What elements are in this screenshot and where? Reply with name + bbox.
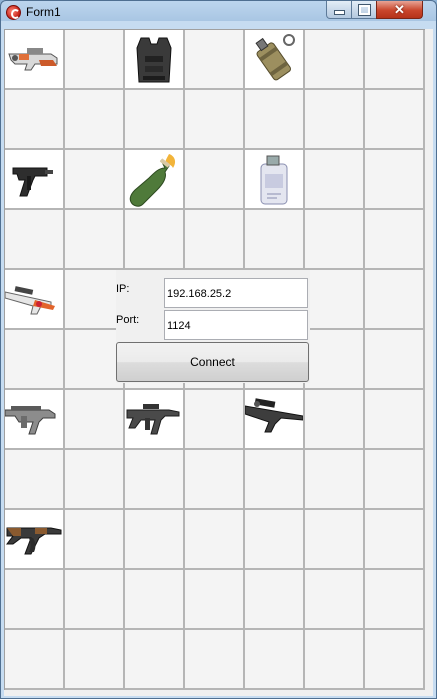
grid-cell[interactable] bbox=[185, 450, 245, 510]
grid-cell[interactable] bbox=[305, 570, 365, 630]
grid-cell[interactable] bbox=[365, 270, 425, 330]
grid-cell[interactable] bbox=[65, 150, 125, 210]
grid-cell[interactable] bbox=[125, 210, 185, 270]
port-label: Port: bbox=[116, 314, 140, 326]
grid-cell[interactable] bbox=[245, 570, 305, 630]
grid-cell[interactable] bbox=[65, 210, 125, 270]
grid-cell[interactable] bbox=[65, 30, 125, 90]
grid-cell[interactable] bbox=[245, 30, 305, 90]
grid-cell[interactable] bbox=[305, 90, 365, 150]
grid-cell[interactable] bbox=[5, 90, 65, 150]
minimize-icon bbox=[333, 10, 345, 15]
grid-cell[interactable] bbox=[365, 390, 425, 450]
grid-cell[interactable] bbox=[365, 570, 425, 630]
title-bar[interactable]: Form1 ✕ bbox=[1, 1, 436, 23]
grid-cell[interactable] bbox=[125, 630, 185, 690]
grid-cell[interactable] bbox=[5, 330, 65, 390]
grid-cell[interactable] bbox=[125, 90, 185, 150]
grid-cell[interactable] bbox=[305, 390, 365, 450]
grid-cell[interactable] bbox=[185, 150, 245, 210]
grid-cell[interactable] bbox=[185, 30, 245, 90]
grid-cell[interactable] bbox=[305, 450, 365, 510]
grid-cell[interactable] bbox=[125, 570, 185, 630]
grid-cell[interactable] bbox=[305, 630, 365, 690]
grid-cell[interactable] bbox=[305, 330, 365, 390]
grid-cell[interactable] bbox=[5, 510, 65, 570]
grid-cell[interactable] bbox=[305, 150, 365, 210]
grid-cell[interactable] bbox=[5, 30, 65, 90]
grid-cell[interactable] bbox=[365, 630, 425, 690]
grid-cell[interactable] bbox=[125, 390, 185, 450]
grid-cell[interactable] bbox=[245, 150, 305, 210]
grid-cell[interactable] bbox=[65, 570, 125, 630]
grid-cell[interactable] bbox=[305, 270, 365, 330]
grid-cell[interactable] bbox=[125, 30, 185, 90]
grid-cell[interactable] bbox=[185, 210, 245, 270]
grid-cell[interactable] bbox=[5, 570, 65, 630]
connection-panel: IP: 192.168.25.2 Port: 1124 Connect bbox=[116, 270, 310, 383]
ip-label: IP: bbox=[116, 283, 130, 295]
client-area: IP: 192.168.25.2 Port: 1124 Connect bbox=[4, 29, 433, 696]
grid-cell[interactable] bbox=[65, 510, 125, 570]
ip-input[interactable]: 192.168.25.2 bbox=[164, 278, 308, 308]
grid-cell[interactable] bbox=[5, 450, 65, 510]
grid-cell[interactable] bbox=[245, 390, 305, 450]
grid-cell[interactable] bbox=[365, 450, 425, 510]
grid-cell[interactable] bbox=[65, 630, 125, 690]
connect-button[interactable]: Connect bbox=[116, 342, 309, 382]
grid-cell[interactable] bbox=[185, 390, 245, 450]
grid-cell[interactable] bbox=[185, 570, 245, 630]
grid-cell[interactable] bbox=[245, 630, 305, 690]
grid-cell[interactable] bbox=[305, 30, 365, 90]
grid-cell[interactable] bbox=[185, 510, 245, 570]
grid-cell[interactable] bbox=[5, 270, 65, 330]
main-window: Form1 ✕ IP: 192.168.25.2 Port: 1124 Conn… bbox=[0, 0, 437, 699]
grid-cell[interactable] bbox=[365, 510, 425, 570]
grid-cell[interactable] bbox=[125, 450, 185, 510]
grid-cell[interactable] bbox=[185, 90, 245, 150]
close-button[interactable]: ✕ bbox=[376, 1, 423, 19]
grid-cell[interactable] bbox=[5, 150, 65, 210]
grid-cell[interactable] bbox=[365, 210, 425, 270]
grid-cell[interactable] bbox=[245, 450, 305, 510]
grid-cell[interactable] bbox=[365, 330, 425, 390]
grid-cell[interactable] bbox=[305, 510, 365, 570]
grid-cell[interactable] bbox=[245, 510, 305, 570]
close-icon: ✕ bbox=[394, 1, 405, 17]
grid-cell[interactable] bbox=[5, 630, 65, 690]
maximize-icon bbox=[357, 3, 371, 16]
grid-cell[interactable] bbox=[365, 30, 425, 90]
grid-cell[interactable] bbox=[125, 150, 185, 210]
grid-cell[interactable] bbox=[5, 210, 65, 270]
grid-cell[interactable] bbox=[245, 210, 305, 270]
window-title: Form1 bbox=[26, 5, 61, 19]
grid-cell[interactable] bbox=[365, 90, 425, 150]
grid-cell[interactable] bbox=[185, 630, 245, 690]
grid-cell[interactable] bbox=[245, 90, 305, 150]
grid-cell[interactable] bbox=[5, 390, 65, 450]
app-logo-icon bbox=[6, 5, 21, 20]
minimize-button[interactable] bbox=[326, 1, 352, 19]
grid-cell[interactable] bbox=[305, 210, 365, 270]
grid-cell[interactable] bbox=[125, 510, 185, 570]
grid-cell[interactable] bbox=[65, 90, 125, 150]
maximize-button[interactable] bbox=[351, 1, 377, 19]
grid-cell[interactable] bbox=[65, 390, 125, 450]
grid-cell[interactable] bbox=[65, 450, 125, 510]
grid-cell[interactable] bbox=[365, 150, 425, 210]
port-input[interactable]: 1124 bbox=[164, 310, 308, 340]
